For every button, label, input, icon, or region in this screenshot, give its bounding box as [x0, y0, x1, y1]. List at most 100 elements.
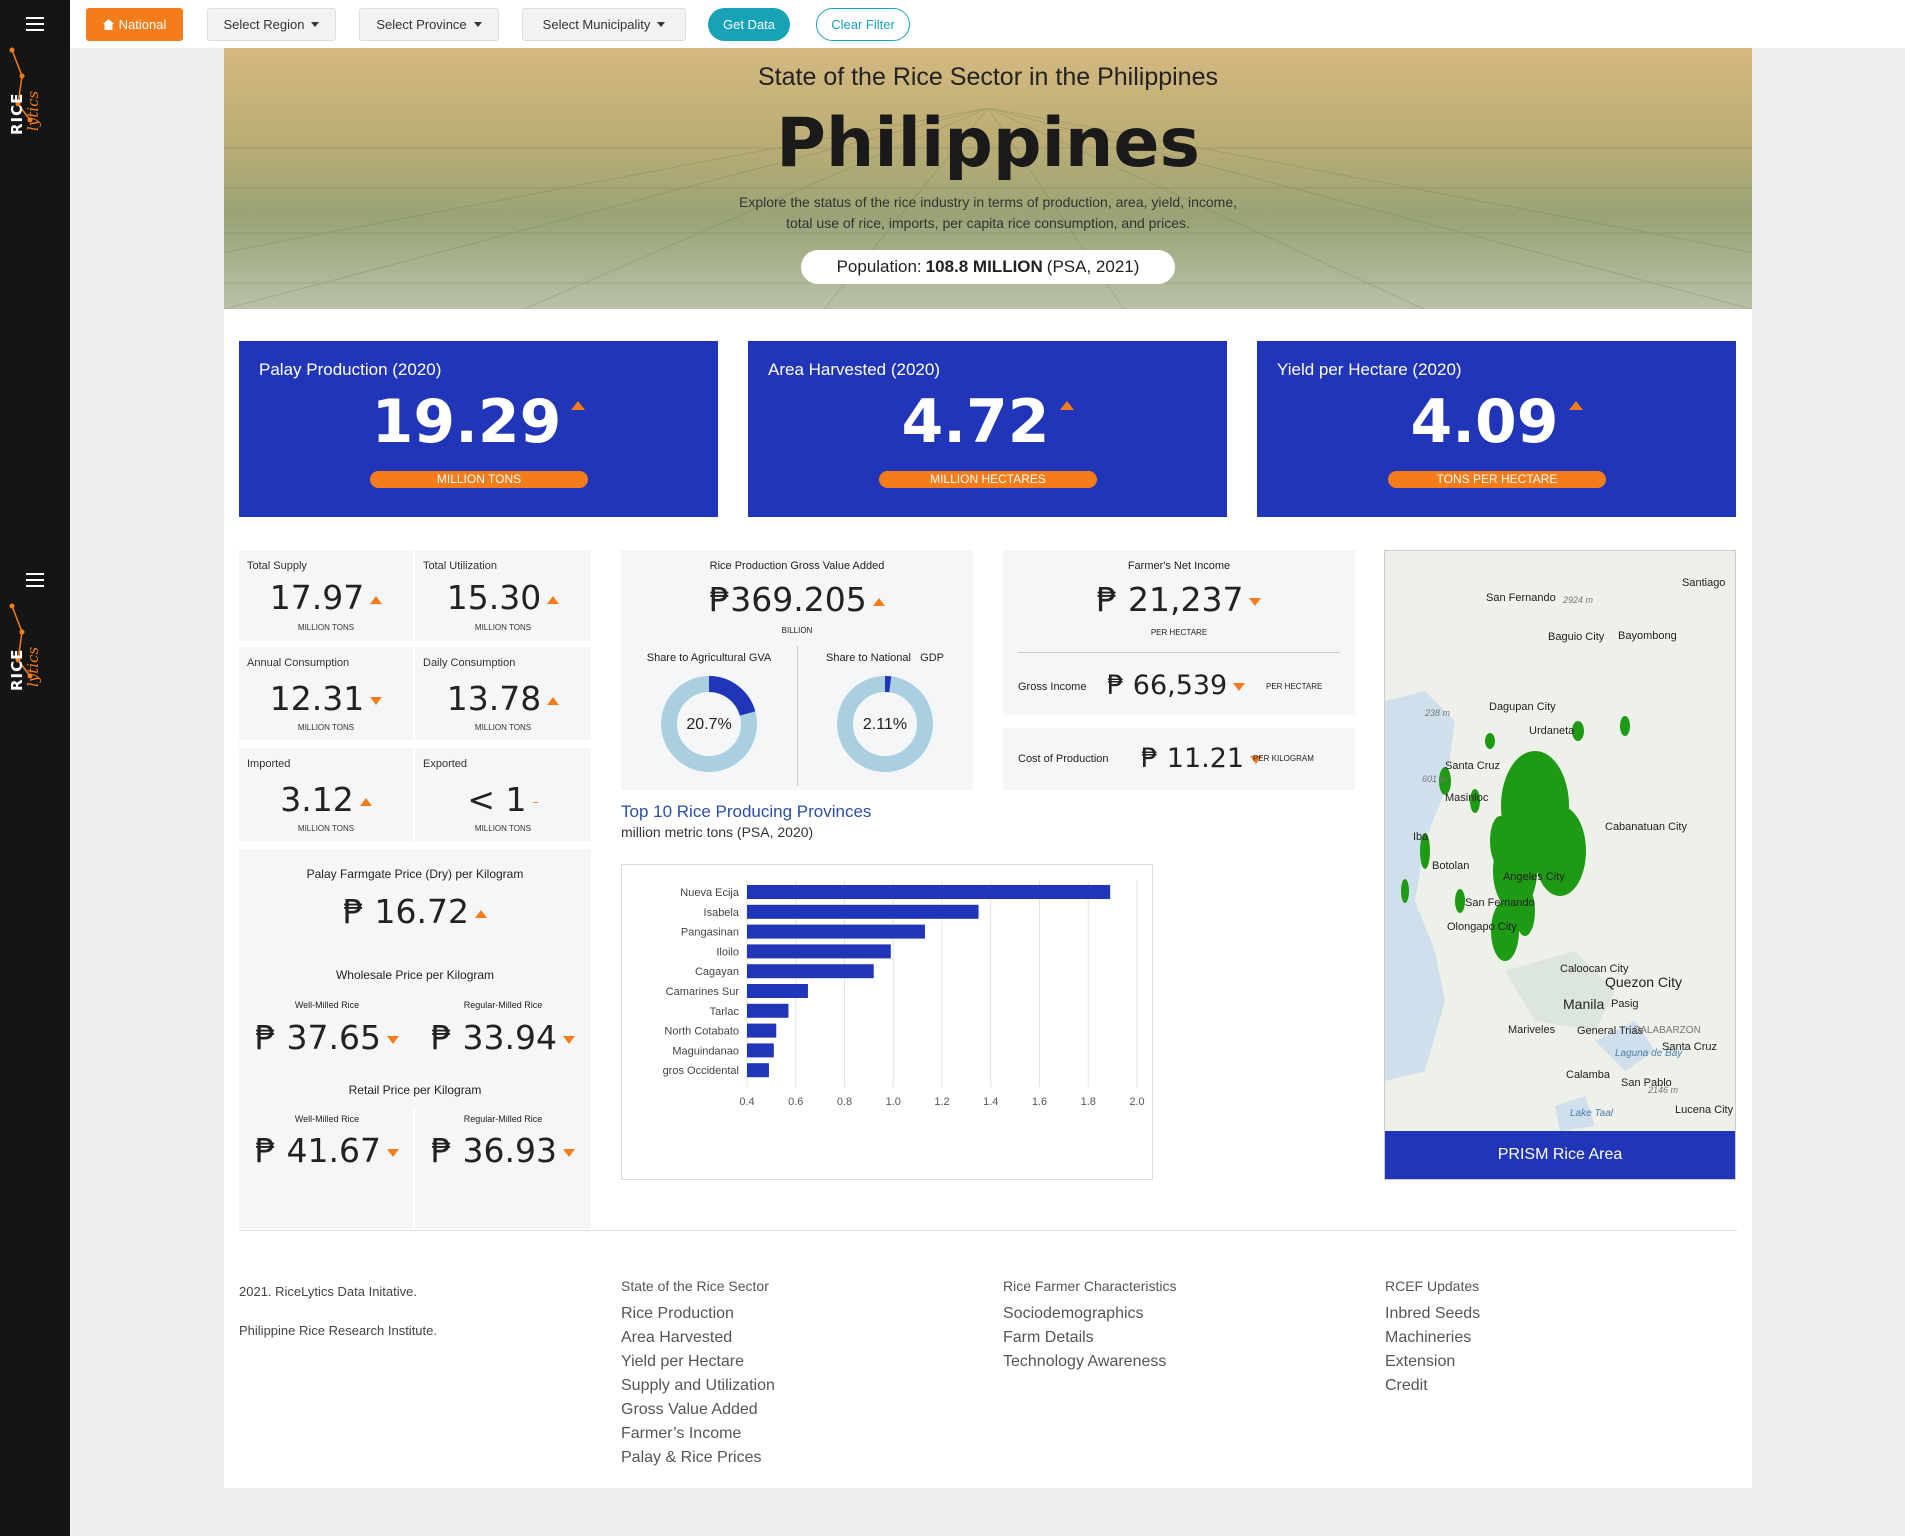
bar[interactable]	[747, 984, 808, 998]
footer-link[interactable]: Farmer’s Income	[621, 1422, 775, 1446]
ricelytics-logo-secondary[interactable]: RICE lytics	[8, 600, 58, 695]
gva-panel[interactable]: Rice Production Gross Value Added ₱369.2…	[621, 550, 973, 790]
category-label: North Cotabato	[664, 1026, 739, 1038]
chart-subtitle: million metric tons (PSA, 2020)	[621, 824, 814, 840]
sidebar: RICE lytics RICE lytics	[0, 0, 70, 1536]
daily-consumption-tile[interactable]: Daily Consumption 13.78 MILLION TONS	[415, 647, 591, 740]
tile-unit: MILLION TONS	[297, 723, 355, 732]
annual-consumption-tile[interactable]: Annual Consumption 12.31 MILLION TONS	[239, 647, 413, 740]
footer-link[interactable]: Area Harvested	[621, 1326, 775, 1350]
trend-up-icon	[547, 595, 560, 604]
map-label: 2146 m	[1648, 1085, 1679, 1095]
trend-up-icon	[571, 400, 586, 410]
yield-per-hectare-card[interactable]: Yield per Hectare (2020) 4.09 TONS PER H…	[1257, 341, 1736, 517]
map-label: Calamba	[1566, 1069, 1611, 1081]
rice-area-map[interactable]: San Fernando Santiago Baguio City Bayomb…	[1384, 550, 1736, 1180]
bar[interactable]	[747, 924, 925, 939]
map-label: San Fernando	[1465, 897, 1535, 909]
card-label: Palay Production (2020)	[259, 360, 442, 379]
total-supply-tile[interactable]: Total Supply 17.97 MILLION TONS	[239, 550, 413, 641]
bar[interactable]	[747, 904, 979, 919]
map-label: Lucena City	[1675, 1104, 1734, 1116]
bar[interactable]	[747, 1063, 769, 1078]
tile-label: Total Supply	[247, 560, 307, 572]
map-label: Lake Taal	[1570, 1108, 1613, 1119]
exported-tile[interactable]: Exported < 1– MILLION TONS	[415, 748, 591, 841]
province-dropdown[interactable]: Select Province	[359, 8, 499, 41]
footer-link[interactable]: Rice Production	[621, 1302, 775, 1326]
share-gdp-donut: 2.11%	[837, 676, 933, 772]
trend-up-icon	[872, 597, 885, 606]
wholesale-label: Wholesale Price per Kilogram	[335, 968, 495, 982]
tile-value: 17.97	[239, 578, 413, 617]
prism-rice-area-button[interactable]: PRISM Rice Area	[1385, 1131, 1735, 1179]
map-label: 601 m	[1422, 774, 1448, 784]
bar-chart-svg: 0.4 0.6 0.8 1.0 1.2 1.4 1.6 1.8 2.0 Nueva Ecija Is…	[663, 881, 1145, 1108]
footer-link[interactable]: Credit	[1385, 1374, 1480, 1398]
bar[interactable]	[747, 1003, 789, 1018]
trend-up-icon	[370, 595, 383, 604]
trend-down-icon	[370, 696, 383, 705]
footer-link[interactable]: Palay & Rice Prices	[621, 1446, 775, 1470]
x-tick-label: 1.0	[886, 1096, 901, 1108]
footer-link[interactable]: Technology Awareness	[1003, 1350, 1176, 1374]
gross-income-unit: PER HECTARE	[1266, 682, 1323, 691]
clear-filter-button[interactable]: Clear Filter	[816, 8, 910, 41]
region-dropdown[interactable]: Select Region	[207, 8, 336, 41]
municipality-dropdown[interactable]: Select Municipality	[522, 8, 686, 41]
map-label: Mariveles	[1508, 1024, 1556, 1036]
hero-subtitle: State of the Rice Sector in the Philippi…	[758, 63, 1218, 91]
footer-col-farmer: Rice Farmer Characteristics Sociodemogra…	[1003, 1278, 1176, 1374]
palay-production-card[interactable]: Palay Production (2020) 19.29 MILLION TO…	[239, 341, 718, 517]
top-filter-bar: National Select Region Select Province S…	[70, 0, 1905, 48]
menu-icon[interactable]	[26, 17, 44, 31]
trend-down-icon	[562, 1148, 575, 1157]
x-tick-label: 0.8	[837, 1096, 852, 1108]
net-income-card[interactable]: Farmer's Net Income ₱ 21,237 PER HECTARE…	[1003, 550, 1355, 715]
get-data-button[interactable]: Get Data	[708, 8, 790, 41]
footer-link[interactable]: Farm Details	[1003, 1326, 1176, 1350]
footer-link[interactable]: Yield per Hectare	[621, 1350, 775, 1374]
gross-income-value: ₱ 66,539	[1107, 670, 1246, 701]
footer-link[interactable]: Supply and Utilization	[621, 1374, 775, 1398]
page-title: Philippines	[776, 104, 1200, 183]
map-label: Baguio City	[1548, 631, 1605, 643]
footer-heading: RCEF Updates	[1385, 1278, 1480, 1294]
tile-label: Total Utilization	[423, 560, 497, 572]
bar[interactable]	[747, 944, 891, 959]
map-label: Santiago	[1682, 577, 1726, 589]
category-label: Camarines Sur	[666, 986, 740, 998]
net-income-unit: PER HECTARE	[1150, 628, 1208, 637]
copyright-text: 2021. RiceLytics Data Initative.	[239, 1284, 417, 1299]
card-unit: TONS PER HECTARE	[1388, 471, 1606, 488]
bar[interactable]	[747, 1043, 774, 1058]
area-harvested-card[interactable]: Area Harvested (2020) 4.72 MILLION HECTA…	[748, 341, 1227, 517]
menu-icon-secondary[interactable]	[26, 573, 44, 587]
category-label: gros Occidental	[663, 1065, 739, 1077]
cost-of-production-card[interactable]: Cost of Production ₱ 11.21 PER KILOGRAM	[1003, 728, 1355, 790]
x-tick-label: 0.4	[739, 1096, 754, 1108]
footer-link[interactable]: Extension	[1385, 1350, 1480, 1374]
map-label: 238 m	[1425, 708, 1451, 718]
wholesale-well-value: ₱ 37.65	[239, 1018, 415, 1057]
footer-link[interactable]: Machineries	[1385, 1326, 1480, 1350]
ricelytics-logo[interactable]: RICE lytics	[8, 44, 58, 139]
tile-value: 15.30	[415, 578, 591, 617]
national-button[interactable]: National	[86, 8, 183, 41]
map-label: Angeles City	[1503, 871, 1565, 883]
net-income-value: ₱ 21,237	[1003, 580, 1355, 619]
imported-tile[interactable]: Imported 3.12 MILLION TONS	[239, 748, 413, 841]
footer-link[interactable]: Inbred Seeds	[1385, 1302, 1480, 1326]
bar[interactable]	[747, 964, 874, 979]
total-utilization-tile[interactable]: Total Utilization 15.30 MILLION TONS	[415, 550, 591, 641]
footer-link[interactable]: Gross Value Added	[621, 1398, 775, 1422]
x-tick-label: 2.0	[1129, 1096, 1144, 1108]
tile-label: Annual Consumption	[247, 657, 350, 669]
x-tick-label: 0.6	[788, 1096, 803, 1108]
bar[interactable]	[747, 1023, 777, 1038]
cost-unit: PER KILOGRAM	[1253, 754, 1314, 763]
category-label: Isabela	[704, 907, 740, 919]
footer-link[interactable]: Sociodemographics	[1003, 1302, 1176, 1326]
bar[interactable]	[747, 885, 1111, 899]
national-label: National	[118, 17, 167, 32]
